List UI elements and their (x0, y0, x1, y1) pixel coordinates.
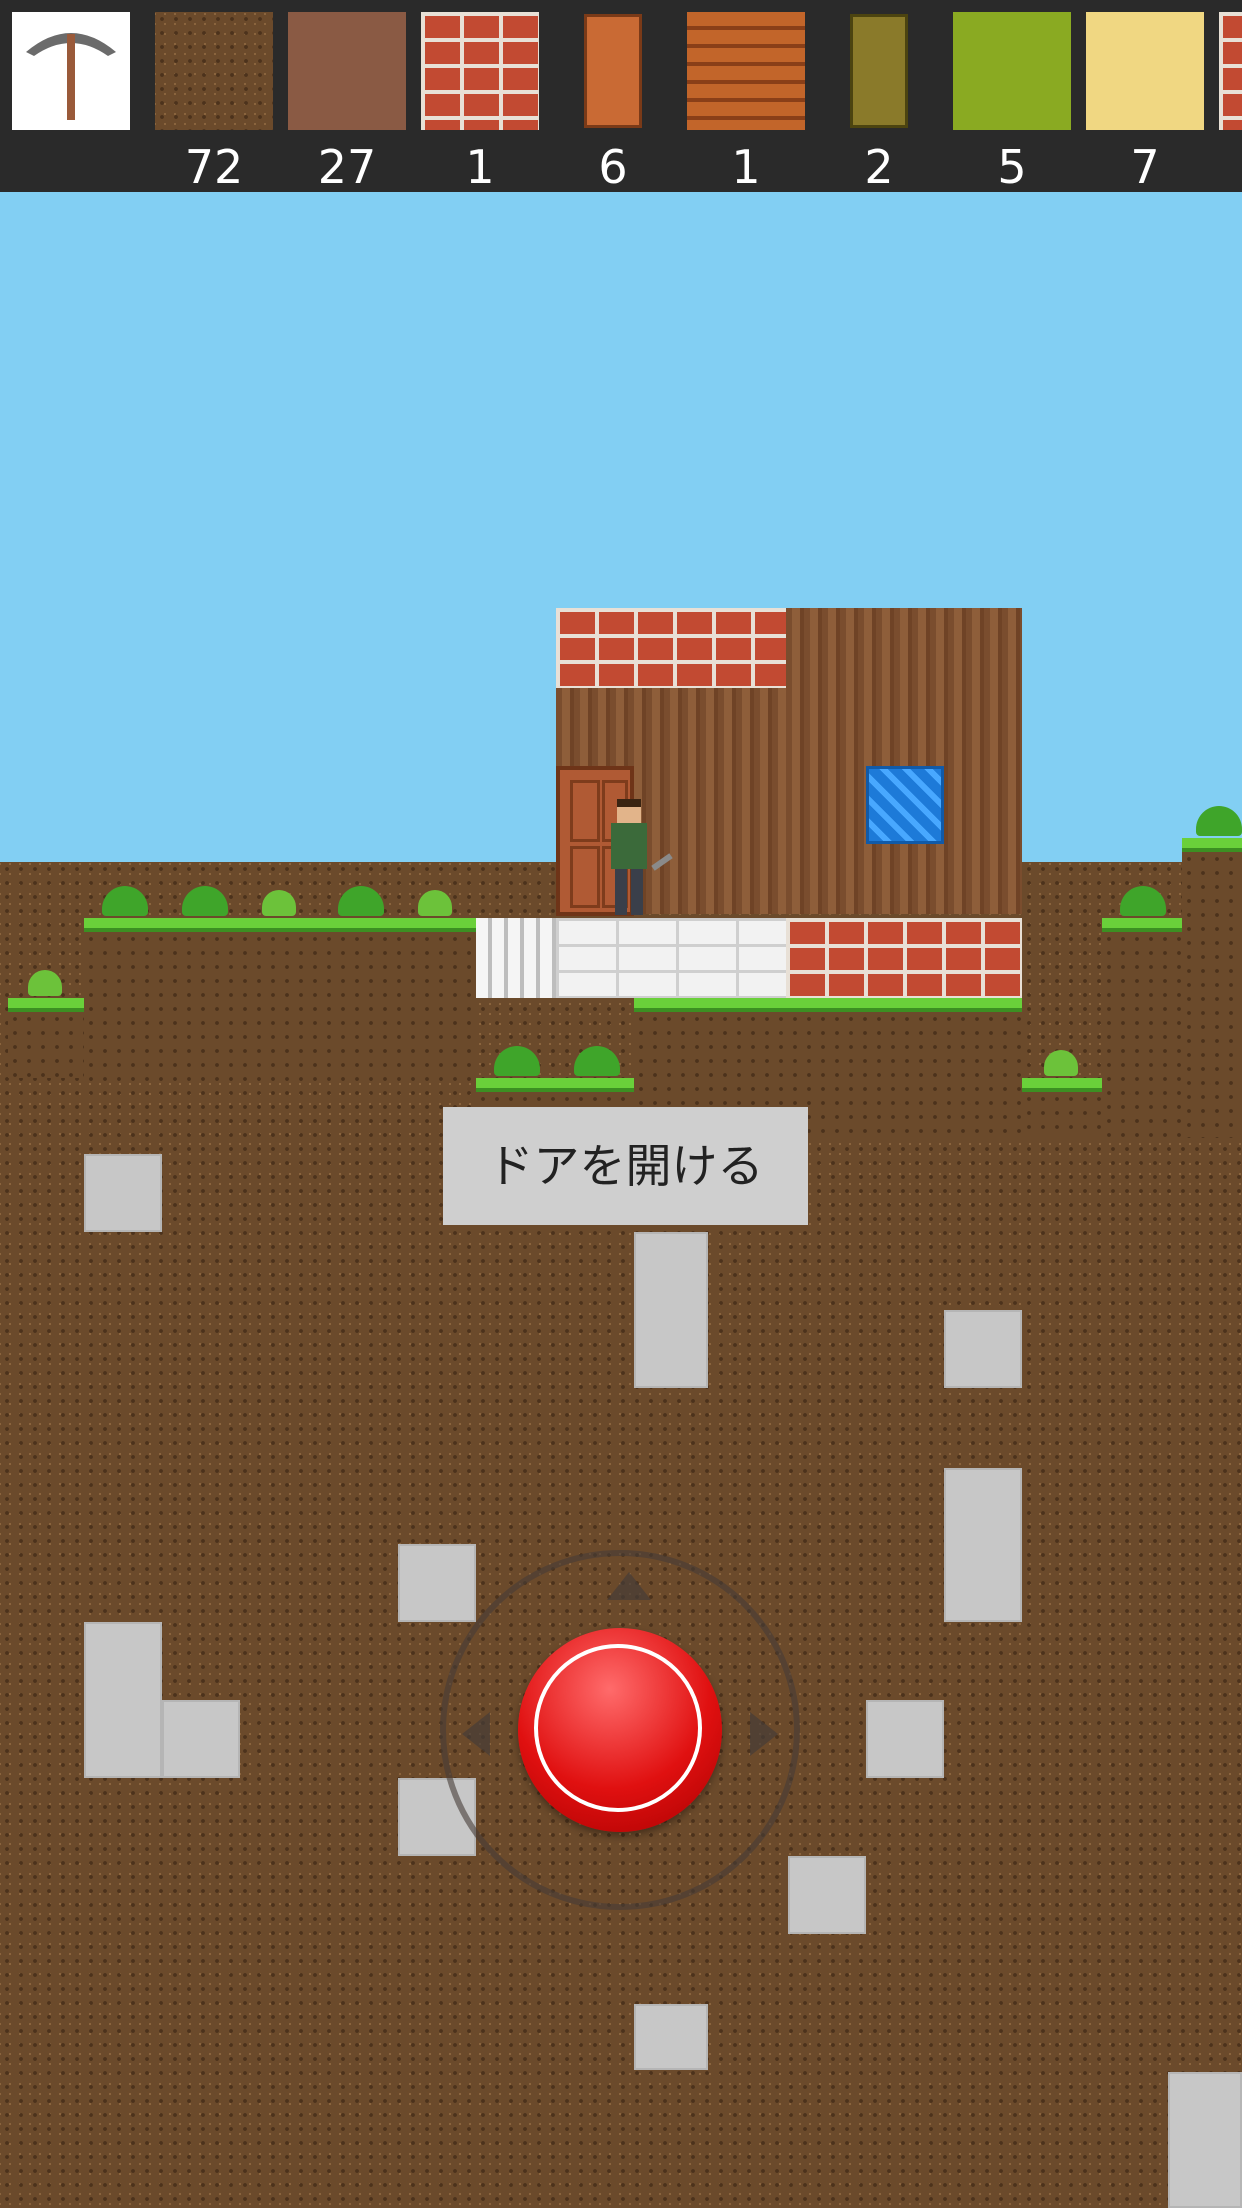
hotbar-slot-sand[interactable]: 7 (1086, 12, 1206, 192)
stone-block[interactable] (84, 1622, 162, 1778)
window-block[interactable] (866, 766, 944, 844)
brick-floor[interactable] (786, 918, 1022, 998)
hotbar-slot-dirt[interactable]: 72 (155, 12, 275, 192)
flower (1044, 1050, 1078, 1076)
grass-block[interactable] (1102, 918, 1182, 1138)
stone-block[interactable] (944, 1468, 1022, 1622)
slot-count: 1 (465, 140, 495, 192)
hotbar-slot-pickaxe[interactable] (12, 12, 132, 192)
grass-block[interactable] (1022, 1078, 1102, 1138)
arrow-left-icon[interactable] (462, 1712, 490, 1756)
stone-block[interactable] (398, 1544, 476, 1622)
stone-block[interactable] (788, 1856, 866, 1934)
slot-count: 27 (317, 140, 377, 192)
door-panel (570, 780, 600, 842)
pickaxe-icon (12, 12, 130, 130)
green-door-icon (820, 12, 938, 130)
white-brick-floor[interactable] (556, 918, 786, 998)
player-body (611, 823, 647, 869)
slot-count: 7 (1130, 140, 1160, 192)
hotbar-slot-green-door[interactable]: 2 (820, 12, 940, 192)
stone-block[interactable] (84, 1154, 162, 1232)
player-leg (631, 869, 643, 915)
player-character (605, 799, 673, 917)
stone-block[interactable] (634, 1232, 708, 1388)
brick-wall[interactable] (556, 608, 786, 688)
mossy-block-icon (953, 12, 1071, 130)
clay-block-icon (288, 12, 406, 130)
action-button[interactable] (518, 1628, 722, 1832)
bush (1196, 806, 1242, 836)
dirt-block-icon (155, 12, 273, 130)
arrow-up-icon[interactable] (607, 1572, 651, 1600)
hotbar-slot-brick[interactable]: 1 (421, 12, 541, 192)
stone-block[interactable] (1168, 2072, 1242, 2208)
slot-count: 5 (997, 140, 1027, 192)
open-door-button[interactable]: ドアを開ける (443, 1107, 808, 1225)
brick-block-icon (421, 12, 539, 130)
grass-block[interactable] (84, 918, 476, 1078)
arrow-right-icon[interactable] (750, 1712, 778, 1756)
sand-block-icon (1086, 12, 1204, 130)
flower (28, 970, 62, 996)
slot-count: 1 (731, 140, 761, 192)
hotbar-slot-brick-partial[interactable] (1219, 12, 1242, 192)
player-leg (615, 869, 627, 915)
inventory-hotbar: 72 27 1 6 1 2 5 7 (0, 0, 1242, 192)
slot-count: 2 (864, 140, 894, 192)
flower (418, 890, 452, 916)
player-head (617, 799, 641, 823)
brick-block-partial-icon (1219, 12, 1242, 130)
flower (262, 890, 296, 916)
action-button-ring (534, 1644, 702, 1812)
slot-count: 72 (184, 140, 244, 192)
hotbar-slot-clay[interactable]: 27 (288, 12, 408, 192)
stone-block[interactable] (162, 1700, 240, 1778)
hotbar-slot-log[interactable]: 1 (687, 12, 807, 192)
grass-block[interactable] (1182, 838, 1242, 1138)
hotbar-slot-wooden-door[interactable]: 6 (554, 12, 674, 192)
white-pillar-block[interactable] (476, 918, 556, 998)
stone-block[interactable] (944, 1310, 1022, 1388)
plank-wall[interactable] (786, 608, 1022, 914)
grass-block[interactable] (8, 998, 84, 1078)
log-block-icon (687, 12, 805, 130)
stone-block[interactable] (634, 2004, 708, 2070)
door-panel (570, 846, 600, 908)
hotbar-slot-mossy[interactable]: 5 (953, 12, 1073, 192)
wooden-door-icon (554, 12, 672, 130)
slot-count: 6 (598, 140, 628, 192)
stone-block[interactable] (866, 1700, 944, 1778)
